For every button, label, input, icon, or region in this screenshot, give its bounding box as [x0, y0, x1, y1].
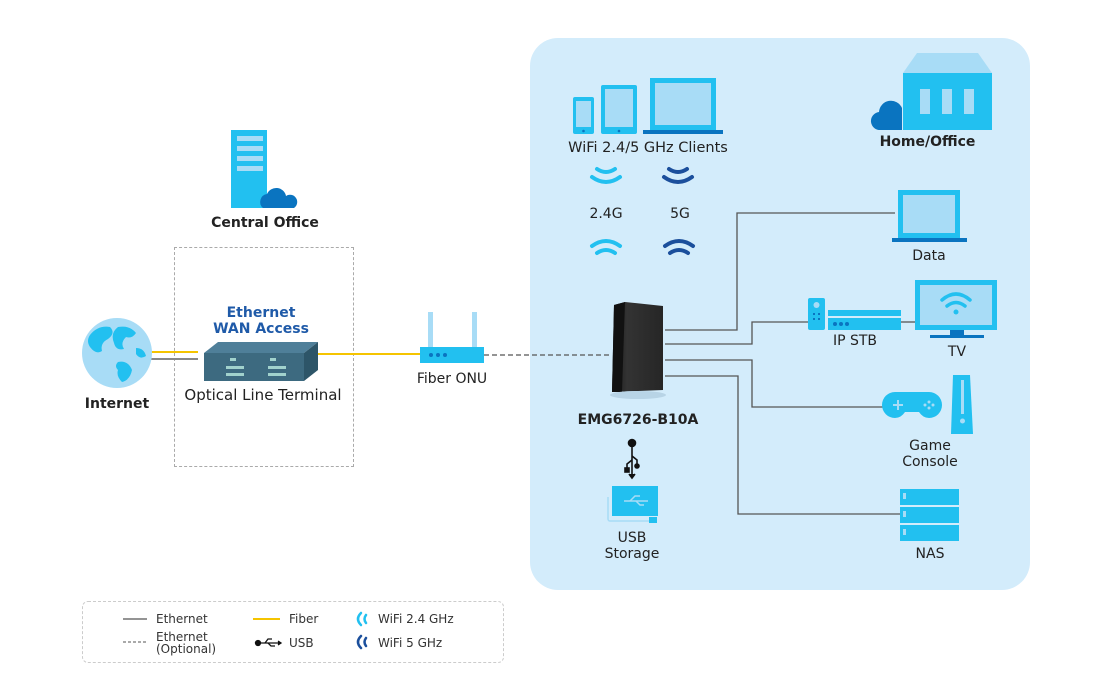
- home-office-label: Home/Office: [879, 134, 976, 150]
- legend-fiber-label: Fiber: [289, 612, 319, 626]
- legend-usb-label: USB: [289, 636, 314, 650]
- game-controller-icon: [882, 392, 942, 418]
- data-label: Data: [912, 248, 946, 264]
- usb-storage-label-line2: Storage: [604, 546, 660, 562]
- game-console-label-line2: Console: [902, 454, 958, 470]
- ethernet-line-nas: [665, 375, 900, 515]
- legend-ethernet-optional-label-line2: (Optional): [156, 642, 217, 656]
- data-laptop-icon: [892, 190, 967, 242]
- optical-line-terminal-icon: [204, 342, 318, 381]
- laptop-icon: [643, 78, 723, 134]
- nas-label: NAS: [915, 546, 945, 562]
- internet-label: Internet: [84, 396, 150, 412]
- fiber-onu-label: Fiber ONU: [416, 371, 488, 387]
- set-top-box-icon: [828, 310, 901, 330]
- usb-storage-icon: [607, 486, 658, 523]
- tv-label: TV: [947, 344, 967, 360]
- router-icon: [610, 302, 666, 399]
- router-model-label: EMG6726-B10A: [577, 412, 699, 428]
- remote-control-icon: [808, 298, 825, 330]
- band-24g-label: 2.4G: [589, 206, 623, 222]
- ethernet-wan-label-line1: Ethernet: [226, 305, 296, 321]
- legend-wifi24-label: WiFi 2.4 GHz: [378, 612, 454, 626]
- legend: [82, 601, 504, 663]
- olt-label: Optical Line Terminal: [184, 386, 342, 404]
- ethernet-line-game: [665, 359, 885, 408]
- globe-icon: [82, 318, 152, 388]
- ethernet-wan-label-line2: WAN Access: [213, 321, 309, 337]
- wifi-5g-downlink-icon: [662, 167, 694, 184]
- phone-icon: [573, 97, 594, 134]
- ip-stb-label: IP STB: [832, 333, 878, 349]
- band-5g-label: 5G: [670, 206, 690, 222]
- legend-ethernet-label: Ethernet: [156, 612, 208, 626]
- game-console-label-line1: Game: [909, 438, 951, 454]
- server-icon: [231, 130, 267, 208]
- nas-icon: [900, 489, 959, 541]
- tablet-icon: [601, 85, 637, 134]
- home-office-icon: [870, 53, 992, 131]
- legend-wifi5-label: WiFi 5 GHz: [378, 636, 443, 650]
- usb-connector-icon: [624, 438, 640, 480]
- wifi-24g-downlink-icon: [590, 167, 622, 184]
- tv-icon: [915, 280, 997, 338]
- game-console-icon: [951, 375, 973, 434]
- usb-storage-label-line1: USB: [617, 530, 647, 546]
- wifi-clients-label: WiFi 2.4/5 GHz Clients: [568, 140, 728, 156]
- fiber-onu-icon: [420, 312, 484, 363]
- wifi-5g-uplink-icon: [663, 239, 695, 255]
- wifi-24g-uplink-icon: [590, 239, 622, 255]
- central-office-label: Central Office: [211, 215, 319, 231]
